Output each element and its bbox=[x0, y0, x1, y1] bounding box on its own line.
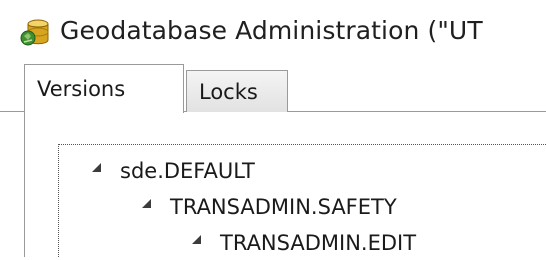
tab-locks[interactable]: Locks bbox=[186, 70, 288, 112]
tree-item-transadmin-safety[interactable]: TRANSADMIN.SAFETY bbox=[0, 190, 546, 224]
tree-item-label: TRANSADMIN.SAFETY bbox=[170, 195, 397, 219]
tree-item-transadmin-edit[interactable]: TRANSADMIN.EDIT bbox=[0, 226, 546, 260]
tab-locks-label: Locks bbox=[199, 80, 258, 104]
tree-item-label: TRANSADMIN.EDIT bbox=[220, 231, 417, 255]
tree-item-label: sde.DEFAULT bbox=[120, 159, 255, 183]
tab-versions[interactable]: Versions bbox=[24, 64, 184, 113]
title-bar: Geodatabase Administration ("UT bbox=[0, 0, 546, 60]
geodatabase-icon-graphic bbox=[20, 19, 49, 46]
tree-item-sde-default[interactable]: sde.DEFAULT bbox=[0, 154, 546, 188]
window-title: Geodatabase Administration ("UT bbox=[60, 16, 483, 45]
geodatabase-administration-icon bbox=[20, 18, 52, 48]
tab-versions-label: Versions bbox=[37, 77, 126, 101]
